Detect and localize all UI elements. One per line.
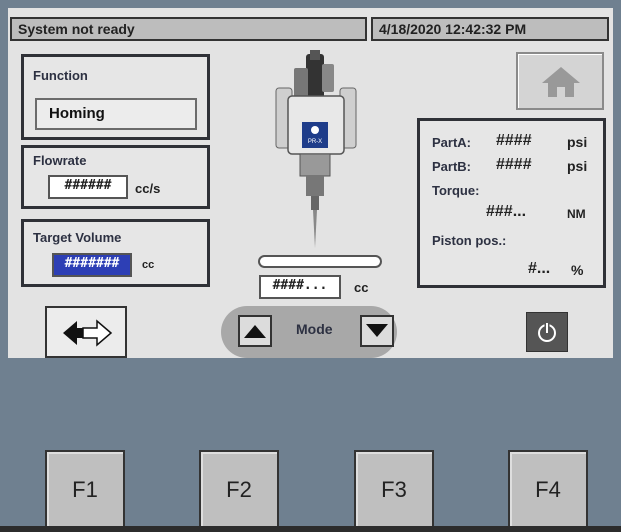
double-arrow-icon: [63, 319, 113, 347]
target-volume-box: Target Volume ####### cc: [21, 219, 210, 287]
dispense-gun-image: PR-X: [275, 50, 357, 248]
dispense-volume-field[interactable]: ####...: [259, 275, 341, 299]
target-volume-label: Target Volume: [33, 230, 122, 245]
torque-value: ###...: [486, 203, 527, 220]
status-datetime: 4/18/2020 12:42:32 PM: [371, 17, 609, 41]
status-message: System not ready: [10, 17, 367, 41]
torque-label: Torque:: [432, 183, 480, 198]
flowrate-label: Flowrate: [33, 153, 87, 168]
piston-value: #...: [528, 260, 551, 277]
function-label: Function: [33, 68, 88, 83]
dispense-unit: cc: [354, 280, 369, 295]
target-volume-input[interactable]: #######: [52, 253, 132, 277]
triangle-down-icon: [366, 324, 388, 337]
flowrate-box: Flowrate ###### cc/s: [21, 145, 210, 209]
mode-up-button[interactable]: [238, 315, 272, 347]
partB-value: ####: [496, 156, 532, 173]
triangle-up-icon: [244, 325, 266, 338]
mode-down-button[interactable]: [360, 315, 394, 347]
home-button[interactable]: [516, 52, 604, 110]
flowrate-input[interactable]: ######: [48, 175, 128, 199]
partB-unit: psi: [567, 158, 588, 174]
piston-label: Piston pos.:: [432, 233, 507, 248]
partB-label: PartB:: [432, 159, 472, 174]
partA-label: PartA:: [432, 135, 472, 150]
function-value[interactable]: Homing: [35, 98, 197, 130]
mode-control: Mode: [221, 306, 397, 358]
partA-unit: psi: [567, 134, 588, 150]
piston-unit: %: [571, 262, 584, 278]
power-icon: [538, 323, 556, 342]
function-box: Function Homing: [21, 54, 210, 140]
target-volume-unit: cc: [142, 259, 155, 271]
nav-screen-button[interactable]: [45, 306, 127, 358]
home-icon: [542, 67, 580, 97]
f4-key[interactable]: F4: [508, 450, 588, 530]
mode-label: Mode: [296, 321, 333, 337]
power-button[interactable]: [526, 312, 568, 352]
f2-key[interactable]: F2: [199, 450, 279, 530]
f1-key[interactable]: F1: [45, 450, 125, 530]
readouts-box: PartA: #### psi PartB: #### psi Torque: …: [417, 118, 606, 288]
torque-unit: NM: [567, 207, 586, 221]
dispense-progress-bar: [258, 255, 382, 268]
f3-key[interactable]: F3: [354, 450, 434, 530]
flowrate-unit: cc/s: [135, 181, 161, 196]
partA-value: ####: [496, 132, 532, 149]
hmi-screen: System not ready 4/18/2020 12:42:32 PM F…: [0, 0, 621, 532]
bottom-edge: [0, 526, 621, 532]
device-badge: PR-X: [308, 139, 322, 145]
